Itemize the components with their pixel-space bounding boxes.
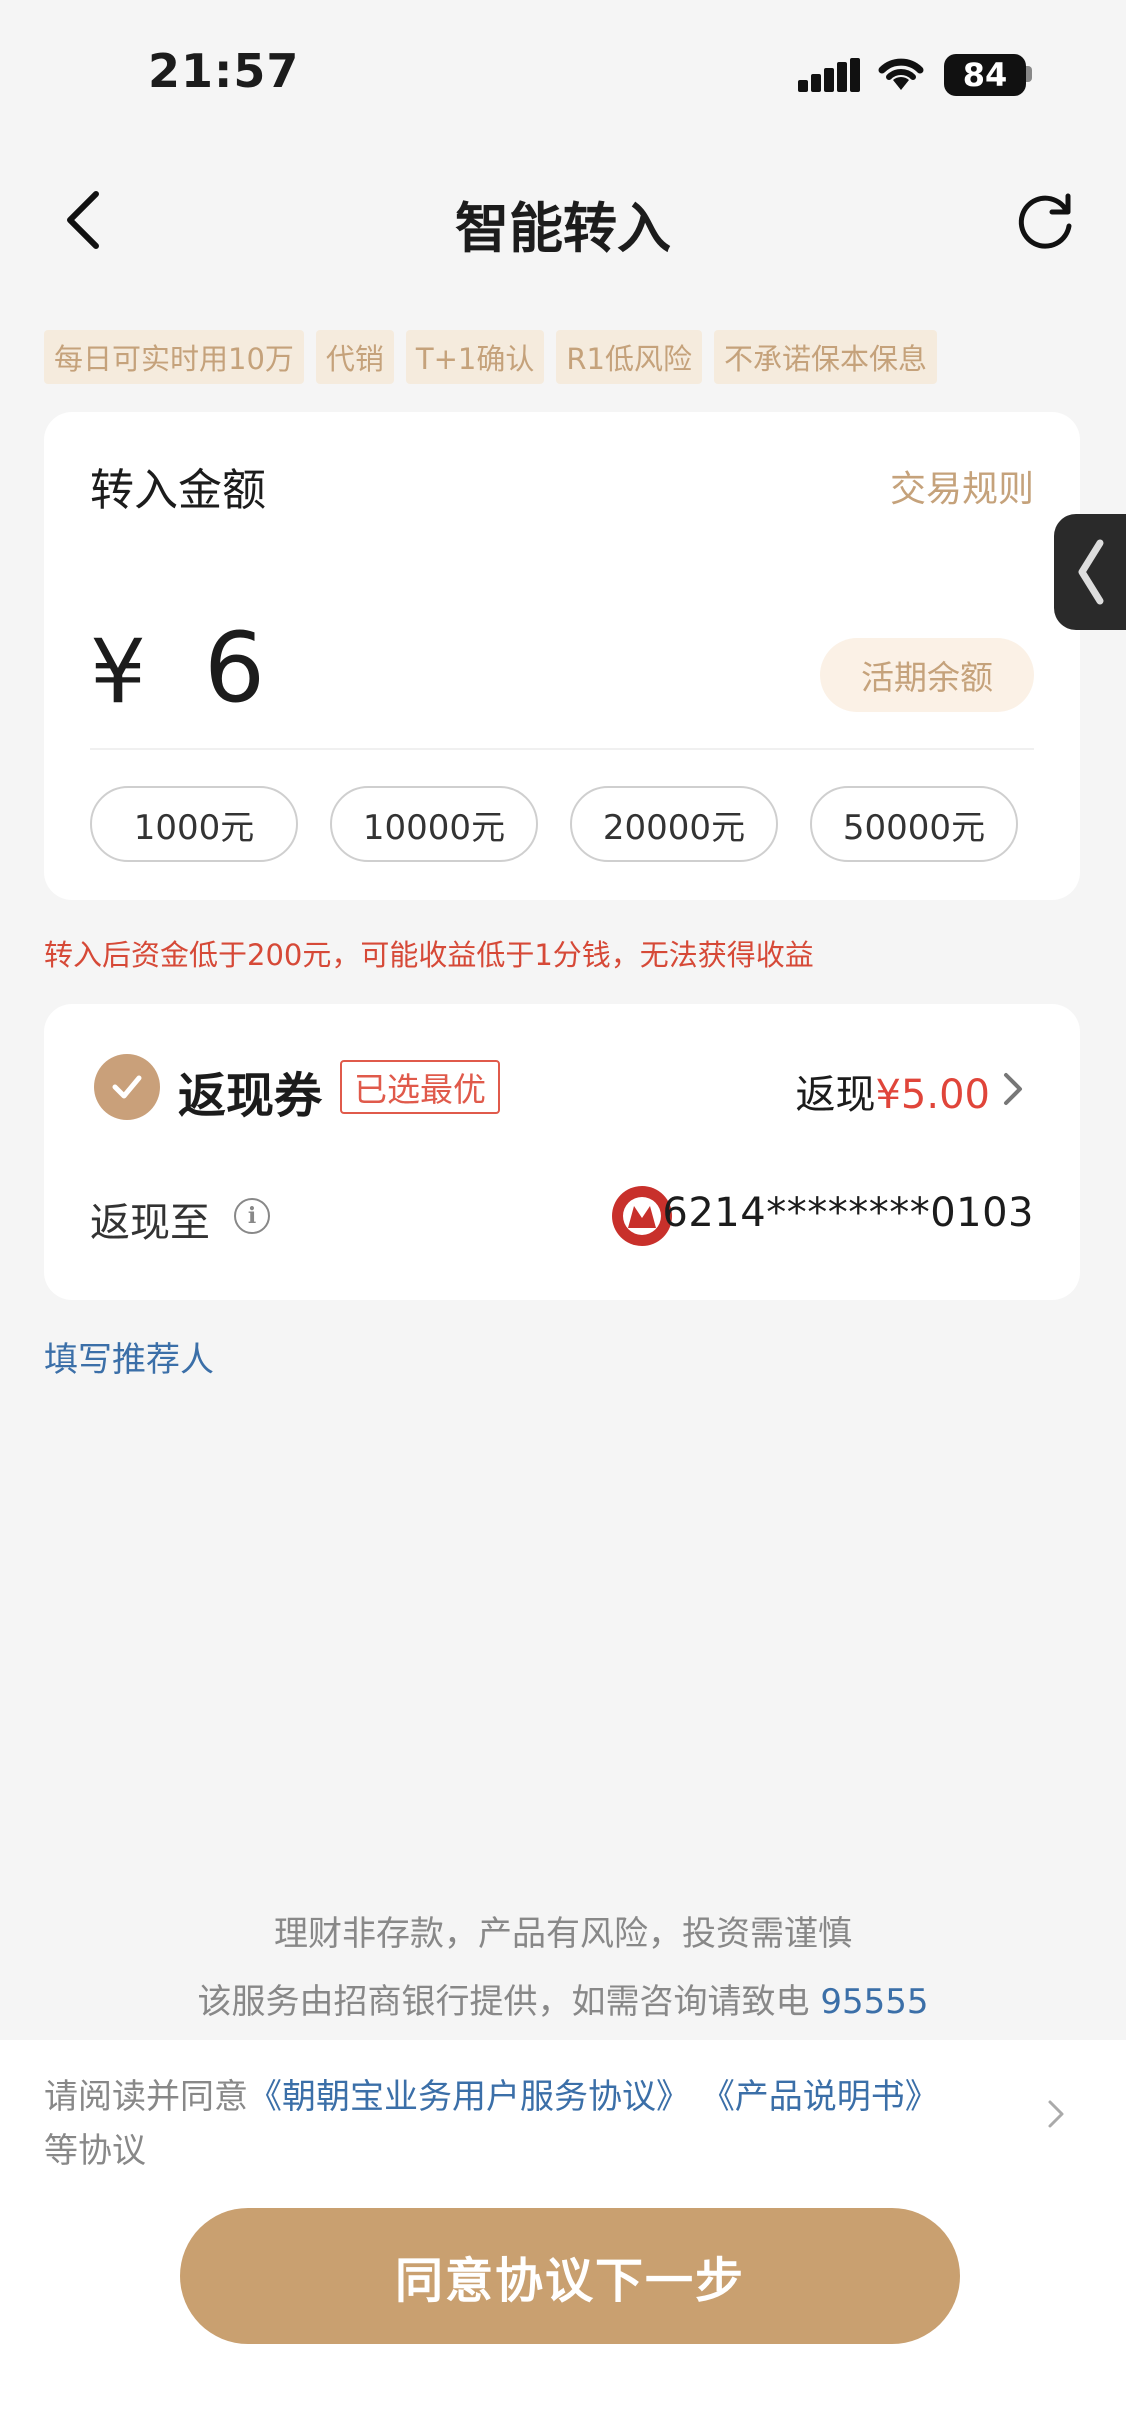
agreement-text: 请阅读并同意《朝朝宝业务用户服务协议》 《产品说明书》等协议 [44,2070,1004,2178]
cashback-to-label: 返现至 [90,1200,210,1246]
product-tags: 每日可实时用10万 代销 T+1确认 R1低风险 不承诺保本保息 [44,330,938,384]
cashback-value[interactable]: 返现¥5.00 [795,1062,990,1120]
battery-tip [1026,66,1032,82]
refresh-icon[interactable] [1012,188,1078,254]
preset-amount-button[interactable]: 10000元 [330,786,538,862]
product-tag: 不承诺保本保息 [714,330,938,384]
preset-amount-button[interactable]: 50000元 [810,786,1018,862]
service-phone-link[interactable]: 95555 [820,1982,928,2022]
product-tag: T+1确认 [405,330,545,384]
product-manual-link[interactable]: 《产品说明书》 [701,2077,939,2117]
service-disclaimer: 该服务由招商银行提供，如需咨询请致电 95555 [0,1974,1126,2023]
amount-label: 转入金额 [90,465,266,516]
checkmark-icon[interactable] [94,1054,160,1120]
cashback-card[interactable]: 返现券 已选最优 返现¥5.00 返现至 i 6214********0103 [44,1004,1080,1300]
chevron-right-icon[interactable] [1000,1070,1026,1108]
fill-referrer-link[interactable]: 填写推荐人 [44,1332,214,1381]
low-balance-warning: 转入后资金低于200元，可能收益低于1分钱，无法获得收益 [44,938,814,972]
trading-rules-link[interactable]: 交易规则 [890,460,1034,512]
bank-card-number: 6214********0103 [662,1190,1034,1236]
product-tag: R1低风险 [556,330,702,384]
service-agreement-link[interactable]: 《朝朝宝业务用户服务协议》 [248,2077,690,2117]
cashback-amount: ¥5.00 [875,1072,990,1118]
current-balance-button[interactable]: 活期余额 [820,638,1034,712]
agree-next-button[interactable]: 同意协议下一步 [180,2208,960,2344]
cellular-signal-icon [798,58,860,92]
status-time: 21:57 [148,44,300,98]
amount-input[interactable]: 6 [204,612,265,724]
preset-amount-button[interactable]: 20000元 [570,786,778,862]
divider [90,748,1034,750]
navigation-bar: 智能转入 [0,170,1126,270]
product-tag: 代销 [315,330,394,384]
bottom-action-bar: 请阅读并同意《朝朝宝业务用户服务协议》 《产品说明书》等协议 同意协议下一步 [0,2040,1126,2436]
best-selected-badge: 已选最优 [340,1060,500,1114]
preset-amounts: 1000元 10000元 20000元 50000元 [90,786,1018,862]
wifi-icon [878,58,924,90]
agreement-prefix: 请阅读并同意 [44,2077,248,2117]
side-drawer-handle[interactable] [1054,514,1126,630]
currency-symbol: ¥ [90,620,146,723]
amount-card: 转入金额 交易规则 ¥ 6 活期余额 1000元 10000元 20000元 5… [44,412,1080,900]
status-bar: 21:57 84 [0,0,1126,150]
preset-amount-button[interactable]: 1000元 [90,786,298,862]
service-provider-text: 该服务由招商银行提供，如需咨询请致电 [197,1982,810,2022]
chevron-right-icon[interactable] [1046,2098,1066,2130]
chevron-left-icon [1078,539,1104,605]
agreement-suffix: 等协议 [44,2131,146,2171]
product-tag: 每日可实时用10万 [44,330,304,384]
info-icon[interactable]: i [234,1198,270,1234]
page-title: 智能转入 [455,197,671,260]
risk-disclaimer: 理财非存款，产品有风险，投资需谨慎 [274,1914,852,1954]
cashback-prefix: 返现 [795,1072,876,1118]
coupon-title: 返现券 [178,1068,323,1124]
battery-indicator: 84 [944,54,1026,96]
